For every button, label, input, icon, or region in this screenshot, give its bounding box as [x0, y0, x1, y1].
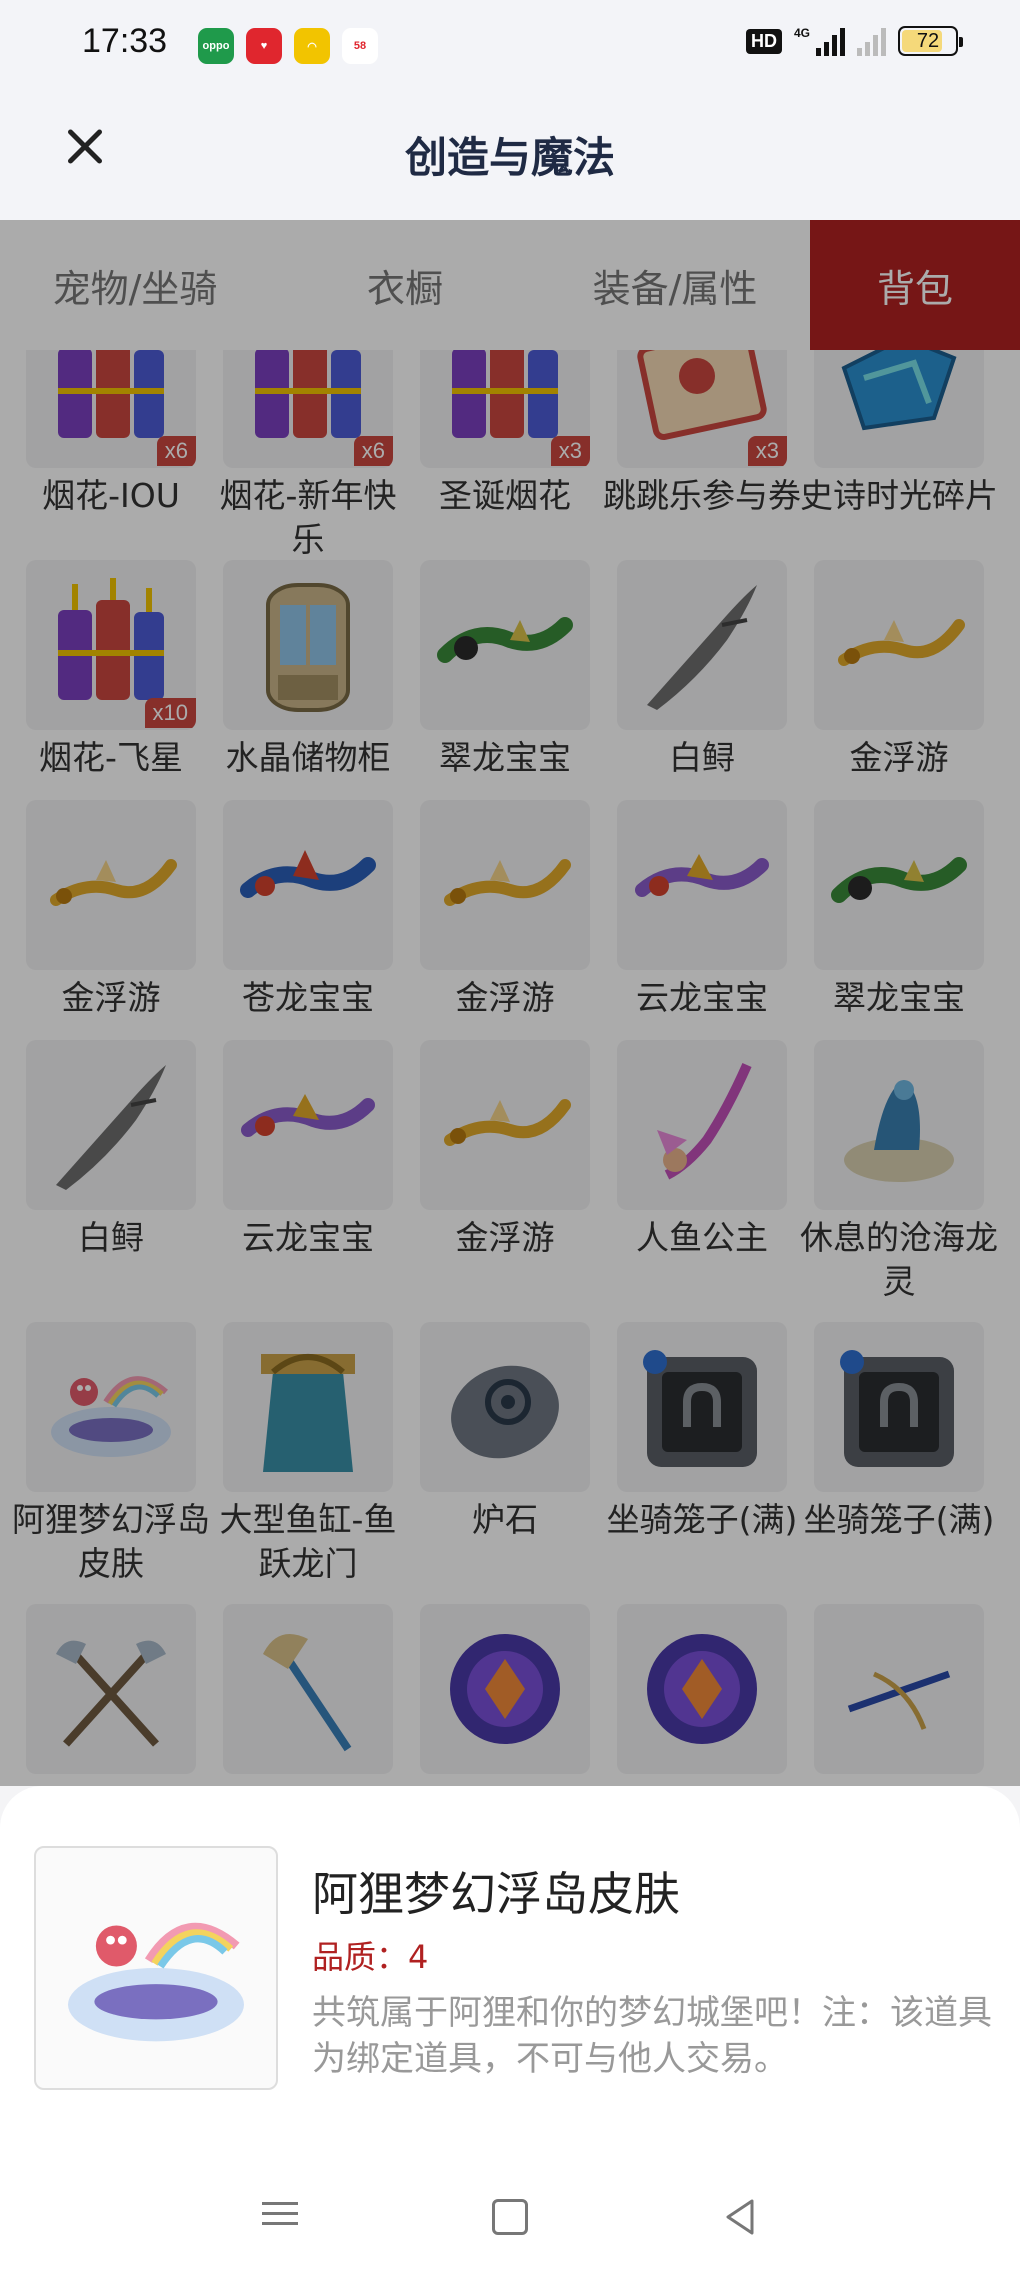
oppo-app-icon: oppo: [198, 28, 234, 64]
status-time: 17:33: [82, 22, 168, 60]
back-icon[interactable]: [718, 2195, 762, 2239]
battery-icon: 72: [898, 26, 963, 56]
58-app-icon: 58: [342, 28, 378, 64]
system-nav-bar: [0, 2160, 1020, 2274]
menu-icon[interactable]: [258, 2195, 302, 2239]
floating-island-icon: [46, 1858, 266, 2078]
signal-icon: [816, 26, 845, 56]
item-detail-quality: 品质：4: [312, 1938, 429, 1976]
item-detail-description: 共筑属于阿狸和你的梦幻城堡吧！注：该道具为绑定道具，不可与他人交易。: [312, 1993, 992, 2079]
page-title: 创造与魔法: [404, 133, 615, 182]
hd-icon: HD: [745, 28, 782, 54]
item-detail-image: [34, 1846, 278, 2090]
home-icon[interactable]: [492, 2199, 528, 2235]
page-header: 创造与魔法: [0, 90, 1020, 220]
status-indicators: HD 4G 72: [745, 26, 963, 56]
signal-secondary-icon: [857, 26, 886, 56]
battery-percent: 72: [916, 29, 940, 52]
smile-app-icon: ◠: [294, 28, 330, 64]
item-detail-title: 阿狸梦幻浮岛皮肤: [312, 1867, 680, 1921]
heart-app-icon: ♥: [246, 28, 282, 64]
status-bar: 17:33 oppo ♥ ◠ 58 HD 4G 72: [0, 0, 1020, 90]
status-app-icons: oppo ♥ ◠ 58: [198, 28, 378, 64]
network-type-label: 4G: [793, 26, 810, 40]
modal-backdrop[interactable]: [0, 220, 1020, 1786]
